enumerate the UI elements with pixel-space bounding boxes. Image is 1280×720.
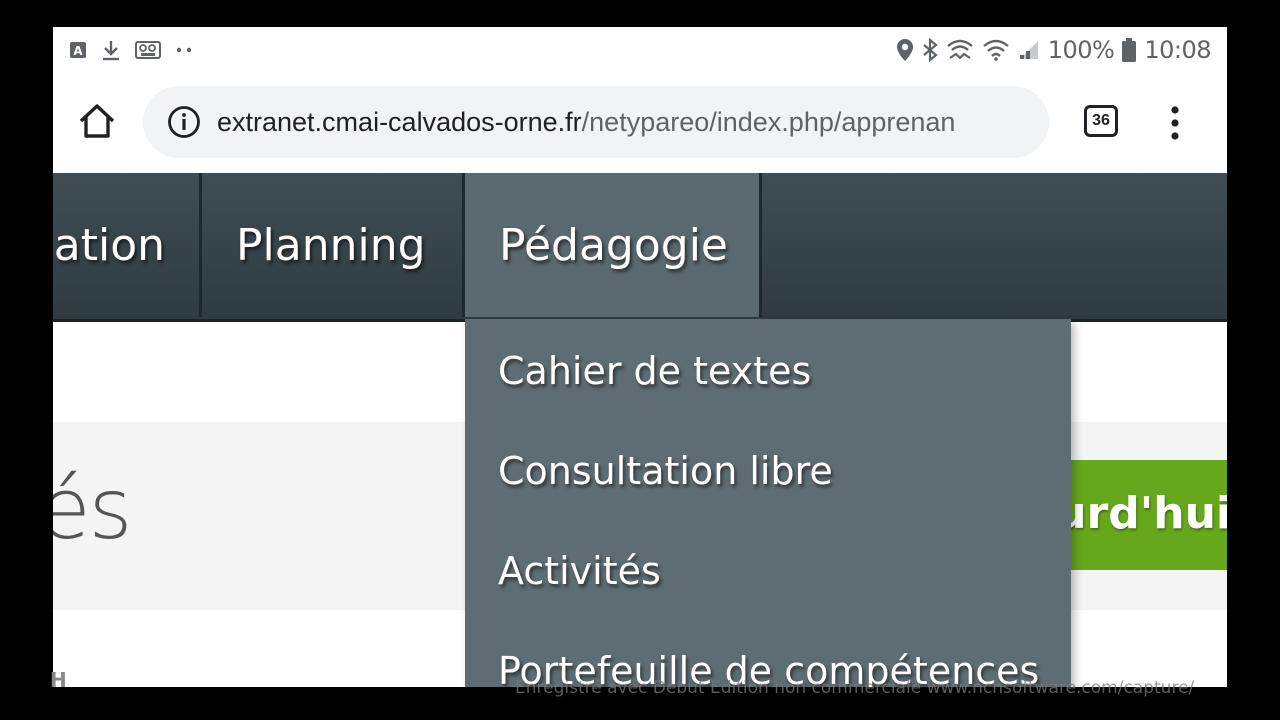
site-nav: ation Planning Pédagogie [53, 173, 1227, 322]
wifi-icon [982, 38, 1010, 62]
status-bar-left: A [69, 35, 193, 65]
address-bar[interactable]: extranet.cmai-calvados-orne.fr/netypareo… [143, 86, 1049, 158]
url-host: extranet.cmai-calvados-orne.fr [217, 107, 582, 137]
page-heading: és [53, 460, 132, 558]
phone-screen: A 100% 10:08 extranet.cmai-calvados-orne… [53, 27, 1227, 687]
nav-item-pedagogie[interactable]: Pédagogie [465, 173, 759, 317]
overflow-menu-button[interactable] [1161, 103, 1189, 143]
nav-item-formation[interactable]: ation [53, 173, 199, 317]
today-button[interactable]: ourd'hui [1053, 460, 1227, 570]
clock: 10:08 [1144, 36, 1211, 64]
home-icon [79, 104, 115, 138]
menu-item-consultation-libre[interactable]: Consultation libre [498, 449, 833, 493]
browser-toolbar: extranet.cmai-calvados-orne.fr/netypareo… [53, 73, 1227, 173]
nav-separator [759, 173, 762, 317]
download-icon [101, 39, 121, 61]
more-dots-icon [175, 45, 193, 55]
info-icon[interactable] [167, 105, 201, 139]
wifi-calling-icon [946, 38, 974, 62]
home-button[interactable] [77, 101, 117, 141]
bluetooth-icon [922, 38, 938, 62]
url-path: /netypareo/index.php/apprenan [581, 107, 956, 137]
svg-text:A: A [73, 44, 83, 58]
pedagogie-dropdown: Cahier de textes Consultation libre Acti… [465, 319, 1071, 687]
menu-item-cahier-de-textes[interactable]: Cahier de textes [498, 349, 811, 393]
location-icon [896, 38, 914, 62]
watermark-text: Enregistré avec Debut Édition non commer… [515, 678, 1195, 698]
voicemail-icon [135, 40, 161, 60]
font-notification-icon: A [69, 41, 87, 59]
battery-percent: 100% [1047, 36, 1115, 64]
nav-item-label: ation [53, 219, 165, 271]
watermark-logo: H [50, 668, 67, 692]
status-bar-right: 100% 10:08 [896, 33, 1211, 67]
nav-item-planning[interactable]: Planning [202, 173, 462, 317]
menu-item-activites[interactable]: Activités [498, 549, 661, 593]
today-button-label: ourd'hui [1053, 488, 1227, 539]
tab-switcher-button[interactable]: 36 [1084, 105, 1118, 137]
nav-item-label: Pédagogie [499, 219, 729, 271]
url-text[interactable]: extranet.cmai-calvados-orne.fr/netypareo… [217, 104, 955, 140]
battery-icon [1122, 38, 1137, 62]
cell-signal-icon [1018, 39, 1040, 61]
status-bar: A 100% 10:08 [53, 27, 1227, 73]
more-vert-icon [1171, 106, 1179, 140]
tab-count: 36 [1092, 112, 1110, 129]
nav-item-label: Planning [236, 219, 426, 271]
